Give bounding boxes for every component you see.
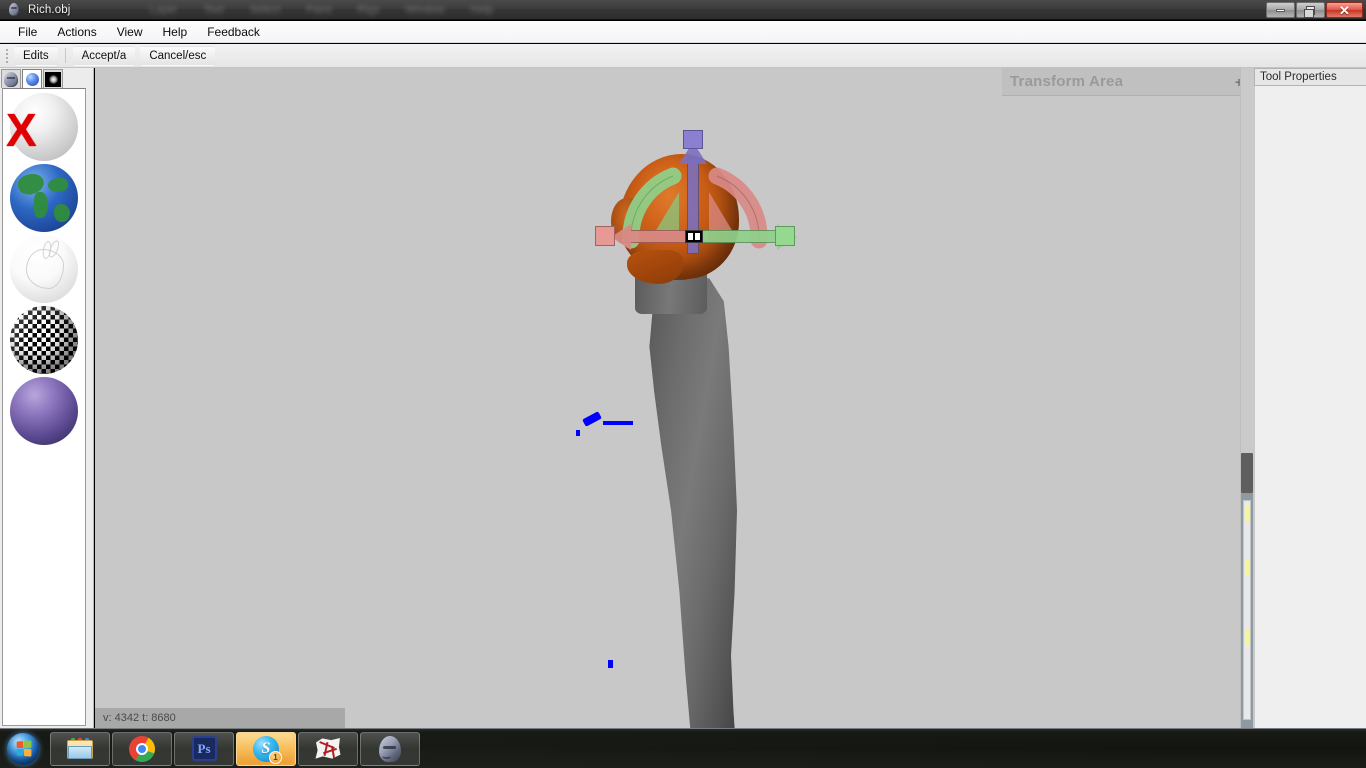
scrollbar-inner-track (1243, 500, 1251, 720)
gizmo-handle-right-square[interactable] (775, 226, 795, 246)
viewport-3d[interactable]: Transform Area + v: 4342 t: 8680 (95, 68, 1240, 728)
window-controls: ✕ (1266, 2, 1363, 18)
cancel-button[interactable]: Cancel/esc (140, 45, 216, 66)
gizmo-plane-handle-red[interactable] (709, 192, 733, 232)
ghost-menu-item: Paint (306, 4, 332, 16)
ghost-menu-overlay: Layer Tool Select Paint Rigs Window Help (150, 0, 493, 20)
windows-start-orb (7, 732, 39, 765)
restore-button[interactable] (1296, 2, 1325, 18)
title-bar[interactable]: Rich.obj Layer Tool Select Paint Rigs Wi… (0, 0, 1366, 20)
skype-icon: S 1 (253, 735, 282, 764)
gizmo-axis-right[interactable] (701, 230, 785, 243)
accept-button[interactable]: Accept/a (72, 45, 136, 66)
skype-badge: 1 (269, 750, 282, 764)
blue-sphere-icon (25, 72, 39, 86)
selection-stroke (576, 430, 580, 436)
ghost-menu-item: Help (470, 4, 494, 16)
tool-properties-label: Tool Properties (1260, 71, 1337, 83)
head-model-icon (379, 735, 401, 762)
toolbar-separator (64, 48, 66, 63)
close-button[interactable]: ✕ (1326, 2, 1363, 18)
close-icon: ✕ (1339, 2, 1350, 18)
taskbar-chrome[interactable] (112, 731, 172, 766)
gizmo-center-handle[interactable] (685, 230, 703, 243)
restore-icon (1304, 5, 1315, 18)
glass-bunny-sphere-icon[interactable] (10, 235, 78, 303)
selection-stroke (608, 660, 613, 668)
tab-tool-properties[interactable]: Tool Properties (1254, 68, 1366, 86)
purple-sphere-icon[interactable] (10, 377, 78, 445)
photoshop-label: Ps (197, 740, 211, 756)
disabled-x-mark: X (6, 104, 37, 156)
sidebar-item-material-tab[interactable] (22, 69, 42, 88)
menu-feedback[interactable]: Feedback (197, 23, 270, 41)
menu-help[interactable]: Help (153, 23, 198, 41)
selection-stroke (603, 421, 633, 425)
menu-bar: File Actions View Help Feedback (0, 21, 1366, 43)
taskbar-buttons: Ps S 1 (50, 731, 420, 766)
taskbar-photoshop[interactable]: Ps (174, 731, 234, 766)
sphere-white-x-icon[interactable]: X (6, 93, 78, 161)
edit-toolbar: Edits Accept/a Cancel/esc (0, 44, 1366, 68)
taskbar-skype[interactable]: S 1 (236, 731, 296, 766)
minimize-icon (1276, 8, 1285, 12)
head-model-icon (6, 2, 22, 18)
ghost-menu-item: Rigs (357, 4, 380, 16)
ghost-menu-item: Layer (150, 4, 178, 16)
gizmo-handle-up-square[interactable] (683, 130, 703, 149)
folder-icon (67, 738, 93, 759)
dark-sphere-icon (45, 71, 61, 87)
scroll-marker (1245, 630, 1249, 646)
transform-area-header[interactable]: Transform Area + (1002, 68, 1240, 96)
earth-sphere-icon[interactable] (10, 164, 78, 232)
edits-button[interactable]: Edits (14, 45, 58, 66)
toolbar-drag-handle[interactable] (4, 48, 9, 64)
ghost-menu-item: Tool (203, 4, 224, 16)
mesh-stats: v: 4342 t: 8680 (103, 712, 176, 724)
sidebar-item-model-tab[interactable] (1, 69, 21, 88)
taskbar-sculpt-app[interactable] (360, 731, 420, 766)
transform-gizmo[interactable] (595, 130, 797, 336)
menu-view[interactable]: View (107, 23, 153, 41)
menu-actions[interactable]: Actions (47, 23, 106, 41)
selection-stroke (582, 411, 602, 427)
taskbar-explorer[interactable] (50, 731, 110, 766)
scrollbar-thumb[interactable] (1241, 453, 1253, 493)
head-model-icon (4, 71, 18, 87)
gizmo-plane-handle-green[interactable] (655, 192, 679, 232)
scroll-marker (1245, 505, 1249, 521)
minimize-button[interactable] (1266, 2, 1295, 18)
chrome-icon (129, 735, 155, 762)
material-sidebar: X (0, 68, 94, 728)
status-bar: v: 4342 t: 8680 (95, 708, 345, 728)
mesh-icon (315, 737, 341, 759)
sidebar-item-lighting-tab[interactable] (43, 69, 63, 88)
menu-file[interactable]: File (8, 23, 47, 41)
windows-taskbar: Ps S 1 × (0, 728, 1366, 768)
gizmo-handle-left-square[interactable] (595, 226, 615, 246)
scroll-marker (1245, 560, 1249, 576)
model-body (649, 274, 737, 728)
sidebar-tabs (0, 68, 93, 88)
ghost-menu-item: Select (249, 4, 281, 16)
tool-properties-panel: Tool Properties (1254, 68, 1366, 728)
start-button[interactable] (0, 730, 46, 768)
photoshop-icon: Ps (191, 736, 217, 761)
transform-area-title: Transform Area (1010, 73, 1124, 90)
ghost-menu-item: Window (405, 4, 445, 16)
checker-sphere-icon[interactable] (10, 306, 78, 374)
material-list: X (2, 88, 86, 726)
window-title: Rich.obj (28, 3, 71, 16)
application-window: Rich.obj Layer Tool Select Paint Rigs Wi… (0, 0, 1366, 768)
taskbar-meshlab[interactable] (298, 731, 358, 766)
